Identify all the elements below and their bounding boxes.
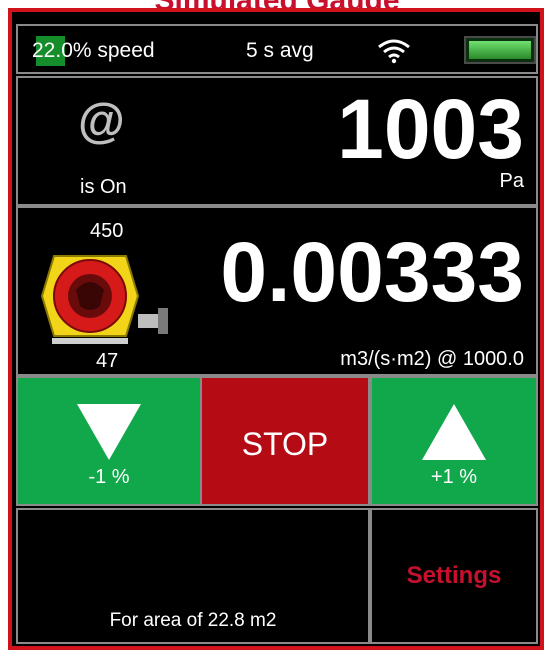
gauge-top-value: 450 [90, 220, 124, 242]
blower-gauge-icon [40, 255, 168, 344]
decrease-speed-button[interactable]: -1 % [16, 376, 202, 506]
averaging-readout: 5 s avg [246, 39, 314, 62]
flow-panel: 450 47 0.00333 m3/(s·m2) @ 1000.0 [16, 206, 538, 376]
flow-value: 0.00333 [220, 225, 524, 319]
at-icon: @ [78, 95, 125, 148]
triangle-up-icon [422, 404, 486, 460]
triangle-down-icon [77, 404, 141, 460]
wifi-icon [378, 39, 410, 64]
fan-status-label: is On [80, 176, 127, 198]
stop-button[interactable]: STOP [200, 376, 370, 506]
status-bar: 22.0% speed 5 s avg [16, 24, 538, 74]
speed-readout: 22.0% speed [32, 39, 155, 62]
pressure-unit: Pa [499, 170, 524, 192]
pressure-value: 1003 [337, 82, 524, 176]
gauge-bottom-value: 47 [96, 350, 119, 372]
increase-speed-button[interactable]: +1 % [370, 376, 538, 506]
decrease-speed-label: -1 % [88, 466, 130, 488]
area-panel: For area of 22.8 m2 [16, 508, 370, 644]
battery-level-fill [469, 41, 531, 59]
flow-unit: m3/(s·m2) @ 1000.0 [340, 348, 524, 370]
settings-button[interactable]: Settings [370, 508, 538, 644]
area-label: For area of 22.8 m2 [109, 610, 277, 631]
pressure-panel: @ is On 1003 Pa [16, 76, 538, 206]
battery-icon [464, 36, 536, 64]
stop-label: STOP [241, 426, 329, 462]
settings-label: Settings [406, 562, 502, 589]
increase-speed-label: +1 % [430, 466, 478, 488]
